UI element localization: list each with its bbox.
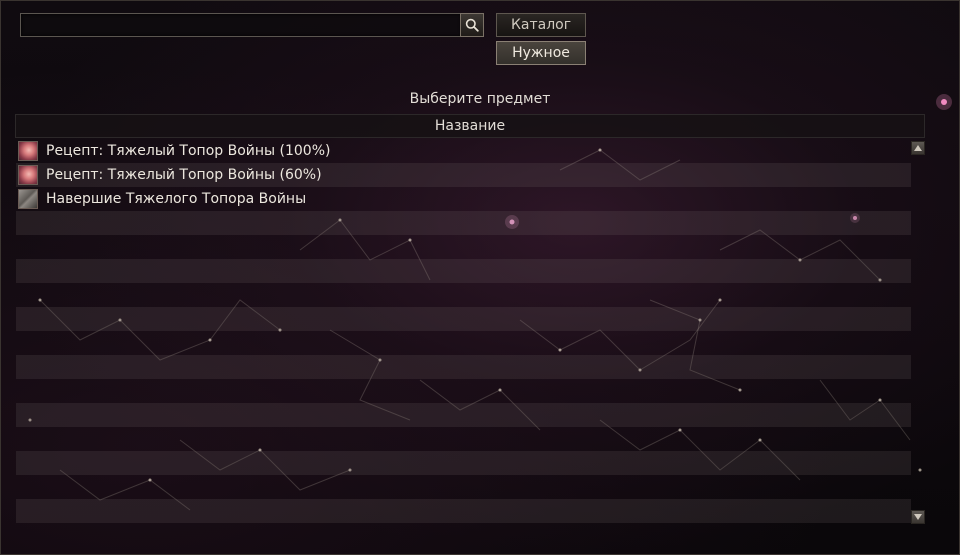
scrollbar-track[interactable]: [911, 155, 925, 510]
item-name: Рецепт: Тяжелый Топор Войны (60%): [46, 167, 322, 183]
list-item[interactable]: Рецепт: Тяжелый Топор Войны (60%): [16, 163, 911, 187]
list-item[interactable]: [16, 475, 911, 499]
scroll-down-button[interactable]: [911, 510, 925, 524]
column-header-name[interactable]: Название: [15, 114, 925, 138]
list-item[interactable]: [16, 307, 911, 331]
list-item[interactable]: [16, 283, 911, 307]
item-selection-window: Каталог Нужное Выберите предмет Название…: [0, 0, 960, 555]
tab-catalog[interactable]: Каталог: [496, 13, 586, 37]
recipe-scroll-icon: [18, 165, 38, 185]
list-item[interactable]: Рецепт: Тяжелый Топор Войны (100%): [16, 139, 911, 163]
list-item[interactable]: [16, 499, 911, 523]
list-item[interactable]: [16, 259, 911, 283]
tab-needed[interactable]: Нужное: [496, 41, 586, 65]
list-item[interactable]: [16, 451, 911, 475]
arrow-down-icon: [914, 514, 922, 520]
list-item[interactable]: [16, 211, 911, 235]
scroll-up-button[interactable]: [911, 141, 925, 155]
recipe-scroll-icon: [18, 141, 38, 161]
search-button[interactable]: [460, 13, 484, 37]
list-item[interactable]: [16, 331, 911, 355]
section-title: Выберите предмет: [409, 91, 551, 107]
list-item[interactable]: Навершие Тяжелого Топора Войны: [16, 187, 911, 211]
list-item[interactable]: [16, 427, 911, 451]
search-icon: [465, 18, 479, 32]
item-list: Название Рецепт: Тяжелый Топор Войны (10…: [15, 114, 927, 526]
item-name: Рецепт: Тяжелый Топор Войны (100%): [46, 143, 331, 159]
list-item[interactable]: [16, 355, 911, 379]
list-item[interactable]: [16, 403, 911, 427]
search-input[interactable]: [20, 13, 462, 37]
list-item[interactable]: [16, 379, 911, 403]
item-name: Навершие Тяжелого Топора Войны: [46, 191, 307, 207]
arrow-up-icon: [914, 145, 922, 151]
list-item[interactable]: [16, 235, 911, 259]
axe-pommel-icon: [18, 189, 38, 209]
